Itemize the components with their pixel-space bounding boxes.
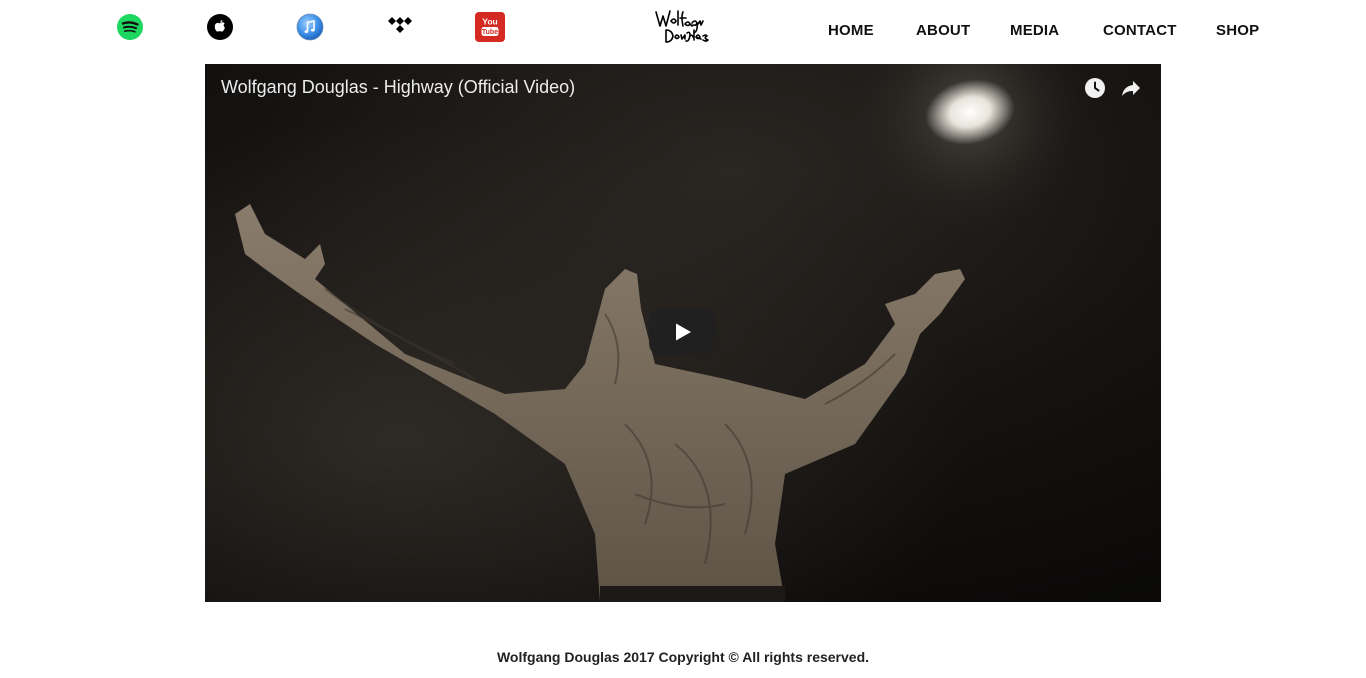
share-icon[interactable] xyxy=(1119,76,1143,100)
apple-music-icon[interactable] xyxy=(205,12,235,42)
youtube-icon[interactable]: You Tube xyxy=(475,12,505,42)
svg-text:You: You xyxy=(482,17,497,27)
tidal-icon[interactable] xyxy=(385,12,415,42)
nav-home[interactable]: HOME xyxy=(828,22,874,39)
nav-about[interactable]: ABOUT xyxy=(916,22,970,39)
site-header: You Tube HOME ABOUT MEDIA CONTACT SHOP xyxy=(0,0,1366,62)
svg-text:Tube: Tube xyxy=(482,29,498,36)
footer-copyright: Wolfgang Douglas 2017 Copyright © All ri… xyxy=(496,649,870,665)
video-player[interactable]: Wolfgang Douglas - Highway (Official Vid… xyxy=(205,64,1161,602)
play-icon xyxy=(676,323,691,341)
site-logo[interactable] xyxy=(652,6,714,46)
nav-shop[interactable]: SHOP xyxy=(1216,22,1259,39)
nav-contact[interactable]: CONTACT xyxy=(1103,22,1177,39)
play-button[interactable] xyxy=(649,308,717,356)
video-title[interactable]: Wolfgang Douglas - Highway (Official Vid… xyxy=(221,77,575,98)
nav-media[interactable]: MEDIA xyxy=(1010,22,1059,39)
watch-later-icon[interactable] xyxy=(1083,76,1107,100)
itunes-icon[interactable] xyxy=(295,12,325,42)
spotify-icon[interactable] xyxy=(115,12,145,42)
